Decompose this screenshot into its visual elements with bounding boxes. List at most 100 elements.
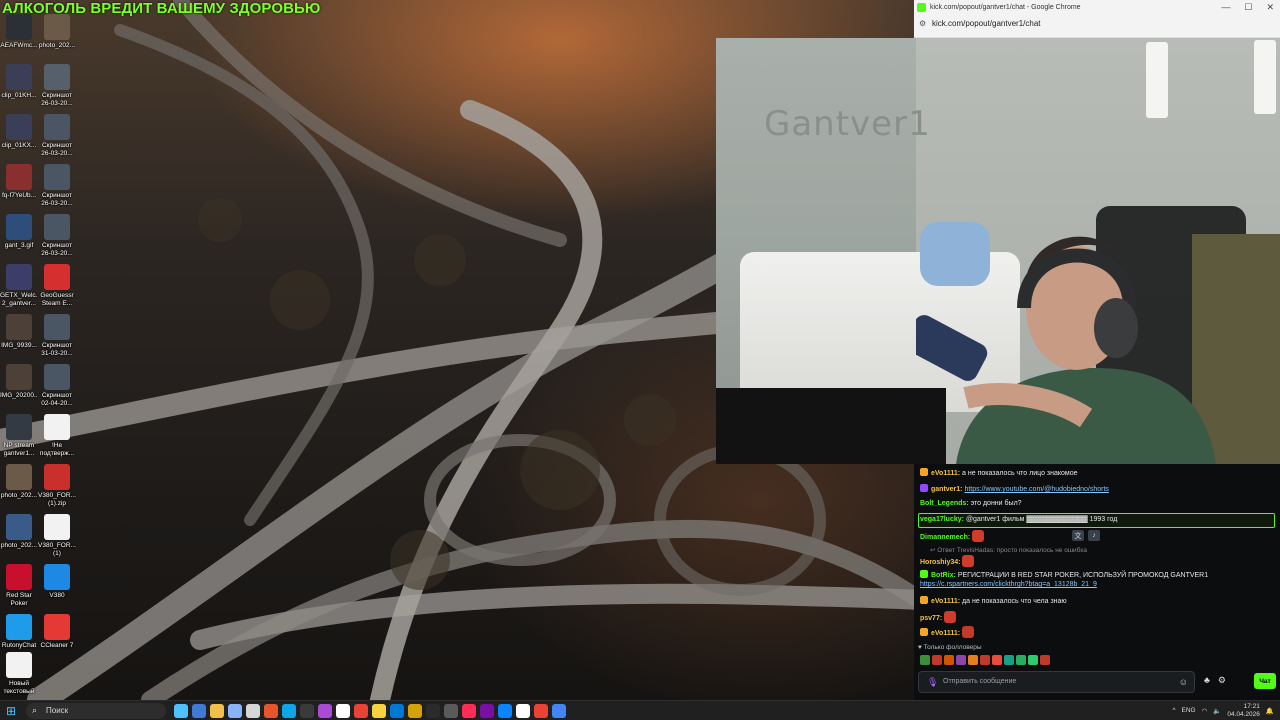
- desktop-icon[interactable]: Red Star Poker: [0, 564, 38, 607]
- desktop-icon[interactable]: Новый текстовый ...: [0, 652, 38, 696]
- translate-icon[interactable]: 文: [1072, 530, 1084, 541]
- chat-message[interactable]: eVo1111: да не показалось что чела знаю: [920, 596, 1276, 606]
- desktop-icon[interactable]: Скриншот 02-04-20...: [38, 364, 76, 407]
- desktop-icon[interactable]: IMG_9939...: [0, 314, 38, 350]
- emote-icon[interactable]: [980, 655, 990, 665]
- taskbar-app-icon[interactable]: [282, 704, 296, 718]
- desktop-icon[interactable]: Скриншот 26-03-20...: [38, 64, 76, 107]
- microphone-icon[interactable]: 🎙: [927, 677, 938, 688]
- desktop-icon[interactable]: RutonyChat: [0, 614, 38, 650]
- taskbar-app-icon[interactable]: [480, 704, 494, 718]
- desktop-icon[interactable]: V380: [38, 564, 76, 600]
- emote-icon[interactable]: [920, 655, 930, 665]
- chat-message[interactable]: Bolt_Legends: это донни был?: [920, 499, 1276, 508]
- taskbar-app-icon[interactable]: [210, 704, 224, 718]
- language-indicator[interactable]: ENG: [1182, 707, 1196, 714]
- start-menu-icon[interactable]: ⊞: [6, 704, 20, 718]
- desktop-icon[interactable]: Скриншот 26-03-20...: [38, 164, 76, 207]
- chat-username[interactable]: gantver1:: [931, 486, 963, 493]
- taskbar-app-icon[interactable]: [426, 704, 440, 718]
- close-button[interactable]: ✕: [1266, 2, 1274, 13]
- emote-icon[interactable]: [932, 655, 942, 665]
- chat-username[interactable]: BotRix:: [931, 572, 956, 579]
- taskbar-app-icon[interactable]: [372, 704, 386, 718]
- emote-icon[interactable]: [992, 655, 1002, 665]
- desktop-icon[interactable]: !Не подтверж...: [38, 414, 76, 457]
- emote-icon[interactable]: [1040, 655, 1050, 665]
- desktop-icon[interactable]: Скриншот 31-03-20...: [38, 314, 76, 357]
- notification-bell-icon[interactable]: 🔔: [1266, 707, 1274, 715]
- taskbar-app-icon[interactable]: [192, 704, 206, 718]
- chat-message[interactable]: vega17lucky: @gantver1 фильм ▓▓▓▓▓▓▓▓▓▓▓…: [920, 515, 1276, 524]
- desktop-icon[interactable]: fq-f7YeUb...: [0, 164, 38, 200]
- emote-icon[interactable]: [956, 655, 966, 665]
- desktop-icon[interactable]: gant_3.gif: [0, 214, 38, 250]
- chat-username[interactable]: psv77:: [920, 615, 942, 622]
- chat-username[interactable]: eVo1111:: [931, 470, 960, 477]
- chat-message[interactable]: gantver1: https://www.youtube.com/@hudob…: [920, 484, 1276, 494]
- taskbar-app-icon[interactable]: [516, 704, 530, 718]
- chat-username[interactable]: Bolt_Legends:: [920, 500, 969, 507]
- desktop-icon[interactable]: Скриншот 26-03-20...: [38, 114, 76, 157]
- taskbar-app-icon[interactable]: [336, 704, 350, 718]
- desktop-icon[interactable]: GeoGuessr Steam E...: [38, 264, 76, 307]
- taskbar-app-icon[interactable]: [534, 704, 548, 718]
- taskbar-app-icon[interactable]: [354, 704, 368, 718]
- speaker-icon[interactable]: ♪: [1088, 530, 1100, 541]
- chat-message[interactable]: Horoshiy34:: [920, 555, 1276, 567]
- emote-icon[interactable]: [968, 655, 978, 665]
- taskbar-app-icon[interactable]: [300, 704, 314, 718]
- taskbar-app-icon[interactable]: [408, 704, 422, 718]
- taskbar-app-icon[interactable]: [228, 704, 242, 718]
- desktop-icon[interactable]: Скриншот 26-03-20...: [38, 214, 76, 257]
- tray-chevron-icon[interactable]: ^: [1172, 707, 1175, 714]
- desktop-icon[interactable]: photo_202...: [38, 14, 76, 50]
- taskbar-app-icon[interactable]: [246, 704, 260, 718]
- emote-icon[interactable]: [1016, 655, 1026, 665]
- chat-send-button[interactable]: Чат: [1254, 673, 1276, 689]
- desktop-icon[interactable]: photo_202...: [0, 464, 38, 500]
- chat-username[interactable]: Dimannemech:: [920, 534, 970, 541]
- desktop-icon[interactable]: clip_01KX...: [0, 114, 38, 150]
- taskbar-app-icon[interactable]: [444, 704, 458, 718]
- taskbar-app-icon[interactable]: [318, 704, 332, 718]
- emoji-picker-icon[interactable]: ☺: [1179, 677, 1188, 687]
- chat-message[interactable]: BotRix: РЕГИСТРАЦИИ В RED STAR POKER, ИС…: [920, 570, 1276, 589]
- chat-message[interactable]: eVo1111:: [920, 626, 1276, 638]
- chat-link[interactable]: https://www.youtube.com/@hudobiedno/shor…: [964, 486, 1108, 493]
- emote-icon[interactable]: [944, 655, 954, 665]
- taskbar-app-icon[interactable]: [264, 704, 278, 718]
- taskbar-search-box[interactable]: ⌕ Поиск: [26, 703, 166, 719]
- settings-gear-icon[interactable]: ⚙: [1218, 675, 1226, 686]
- clock[interactable]: 17:21 04.04.2026: [1227, 703, 1260, 718]
- taskbar-app-icon[interactable]: [390, 704, 404, 718]
- maximize-button[interactable]: ☐: [1244, 2, 1252, 13]
- desktop-icon[interactable]: GETX_Welc... 2_gantver...: [0, 264, 38, 307]
- desktop-icon[interactable]: V380_FOR... (1).zip: [38, 464, 76, 507]
- chat-username[interactable]: vega17lucky:: [920, 516, 964, 523]
- chat-input-box[interactable]: 🎙 Отправить сообщение ☺: [918, 671, 1195, 693]
- emote-icon[interactable]: [1004, 655, 1014, 665]
- wifi-icon[interactable]: ◠: [1202, 707, 1208, 715]
- taskbar-app-icon[interactable]: [462, 704, 476, 718]
- address-bar-url[interactable]: kick.com/popout/gantver1/chat: [932, 19, 1041, 28]
- desktop-icon[interactable]: NP stream gantver1...: [0, 414, 38, 457]
- chat-username[interactable]: eVo1111:: [931, 598, 960, 605]
- desktop-icon[interactable]: V380_FOR... (1): [38, 514, 76, 557]
- taskbar-app-icon[interactable]: [552, 704, 566, 718]
- taskbar-app-icon[interactable]: [174, 704, 188, 718]
- desktop-icon[interactable]: CCleaner 7: [38, 614, 76, 650]
- emote-icon[interactable]: [1028, 655, 1038, 665]
- desktop-icon[interactable]: clip_01KH...: [0, 64, 38, 100]
- chat-message[interactable]: eVo1111: а не показалось что лицо знаком…: [920, 468, 1276, 478]
- volume-icon[interactable]: 🔈: [1213, 707, 1221, 715]
- site-settings-icon[interactable]: ⚙: [919, 19, 926, 28]
- taskbar-app-icon[interactable]: [498, 704, 512, 718]
- desktop-icon[interactable]: IMG_20200...: [0, 364, 38, 400]
- chat-username[interactable]: Horoshiy34:: [920, 559, 960, 566]
- chat-username[interactable]: eVo1111:: [931, 630, 960, 637]
- desktop-icon[interactable]: photo_202...: [0, 514, 38, 550]
- chat-message[interactable]: psv77:: [920, 611, 1276, 623]
- points-icon[interactable]: ♣: [1204, 675, 1210, 686]
- desktop-icon[interactable]: AEAFWmc...: [0, 14, 38, 50]
